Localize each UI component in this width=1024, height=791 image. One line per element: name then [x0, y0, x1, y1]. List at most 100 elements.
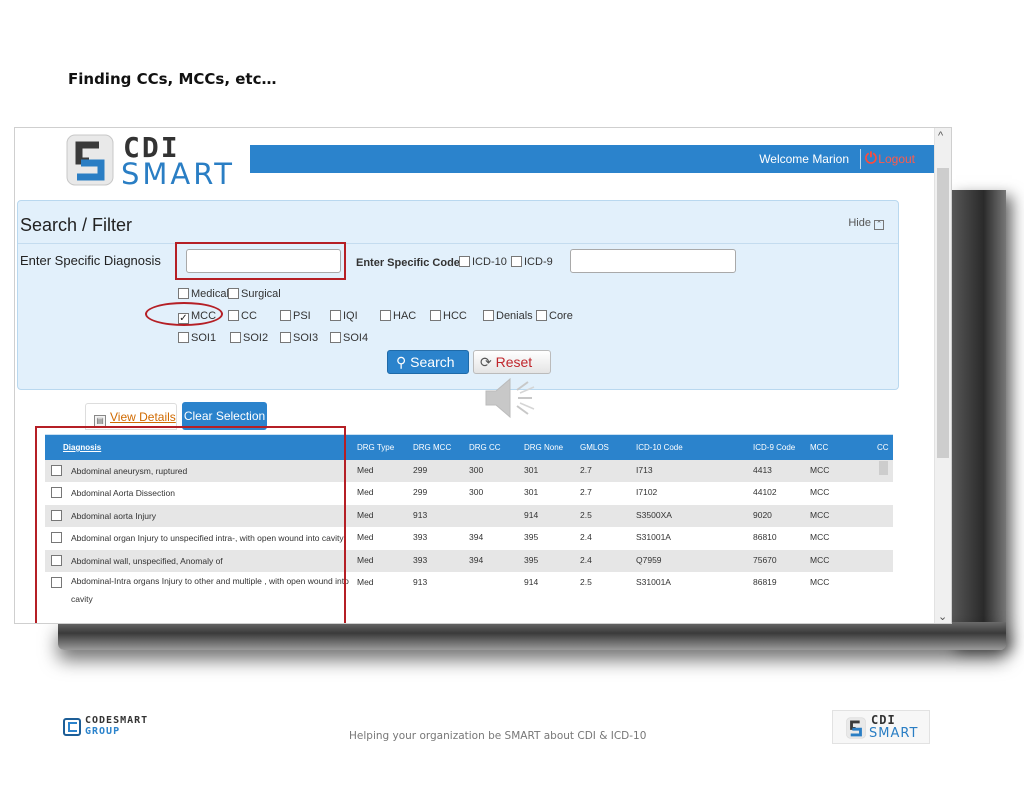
cell-drg-mcc: 913	[413, 576, 428, 587]
checkbox-icd9[interactable]: ICD-9	[511, 256, 553, 268]
checkbox-icd10[interactable]: ICD-10	[459, 256, 507, 268]
cell-icd9: 86819	[753, 576, 777, 587]
checkbox-medical[interactable]: Medical	[178, 288, 229, 300]
checkbox-box[interactable]	[536, 310, 547, 321]
cell-icd9: 75670	[753, 554, 777, 565]
reset-button[interactable]: ⟳ Reset	[473, 350, 551, 374]
cell-gmlos: 2.4	[580, 554, 592, 565]
header-icd9: ICD-9 Code	[753, 443, 796, 452]
checkbox-box[interactable]	[178, 332, 189, 343]
search-button[interactable]: ⚲ Search	[387, 350, 469, 374]
header-gmlos: GMLOS	[580, 443, 609, 452]
codesmart-group-logo: CODESMART GROUP	[63, 714, 173, 740]
cell-icd10: S31001A	[636, 576, 671, 587]
checkbox-box[interactable]	[483, 310, 494, 321]
checkbox-denials[interactable]: Denials	[483, 310, 533, 322]
hide-link[interactable]: Hide ⌃	[848, 217, 884, 230]
codesmart-logo-line1: CODESMART	[85, 715, 149, 726]
cell-drg-none: 301	[524, 465, 539, 475]
hide-label[interactable]: Hide	[848, 217, 871, 229]
filter-title: Search / Filter	[20, 215, 133, 235]
checkbox-soi3[interactable]: SOI3	[280, 332, 318, 344]
monitor-shadow-right	[950, 190, 1006, 645]
cell-gmlos: 2.5	[580, 509, 592, 520]
header-drg-none: DRG None	[524, 443, 564, 452]
checkbox-box[interactable]	[230, 332, 241, 343]
cell-mcc: MCC	[810, 532, 830, 543]
welcome-divider	[860, 149, 861, 169]
header-drg-mcc: DRG MCC	[413, 443, 452, 452]
logout-link[interactable]: Logout	[878, 152, 915, 166]
page-scrollbar[interactable]: ^ ⌄	[934, 128, 951, 623]
checkbox-box[interactable]	[178, 288, 189, 299]
cell-drg-mcc: 393	[413, 532, 428, 543]
cell-drg-cc: 394	[469, 554, 484, 565]
checkbox-box[interactable]	[330, 332, 341, 343]
checkbox-core[interactable]: Core	[536, 310, 573, 322]
checkbox-soi4[interactable]: SOI4	[330, 332, 368, 344]
code-input[interactable]	[570, 249, 736, 273]
checkbox-label: IQI	[343, 310, 358, 322]
checkbox-label: CC	[241, 310, 257, 322]
top-bar: Welcome Marion ⏻ Logout	[250, 145, 935, 173]
cell-gmlos: 2.7	[580, 465, 592, 475]
cell-drg-none: 914	[524, 576, 539, 587]
cell-drg-none: 395	[524, 532, 539, 543]
checkbox-box[interactable]	[228, 310, 239, 321]
checkbox-label: SOI4	[343, 332, 369, 344]
scroll-up-icon[interactable]: ^	[938, 130, 943, 142]
codesmart-logo-line2: GROUP	[85, 726, 121, 737]
scroll-thumb[interactable]	[937, 168, 949, 458]
cs-logo-icon	[66, 134, 114, 186]
footer-logo-smart: SMART	[869, 726, 919, 741]
checkbox-label: PSI	[293, 310, 311, 322]
checkbox-hcc[interactable]: HCC	[430, 310, 467, 322]
checkbox-hac[interactable]: HAC	[380, 310, 416, 322]
highlight-box-diagnosis-column	[35, 426, 346, 623]
checkbox-box[interactable]	[280, 332, 291, 343]
speaker-icon[interactable]	[482, 373, 546, 423]
checkbox-label: HCC	[443, 310, 467, 322]
cdi-smart-footer-logo: CDI SMART	[832, 710, 930, 744]
checkbox-box[interactable]	[430, 310, 441, 321]
checkbox-psi[interactable]: PSI	[280, 310, 311, 322]
cell-mcc: MCC	[810, 576, 830, 587]
highlight-oval-mcc	[145, 302, 223, 326]
header-drg-cc: DRG CC	[469, 443, 501, 452]
checkbox-label: Surgical	[241, 288, 281, 300]
cell-icd9: 86810	[753, 532, 777, 543]
cell-mcc: MCC	[810, 554, 830, 565]
search-icon: ⚲	[396, 354, 407, 370]
checkbox-label: ICD-10	[472, 256, 507, 268]
checkbox-box[interactable]	[380, 310, 391, 321]
checkbox-box[interactable]	[228, 288, 239, 299]
collapse-icon[interactable]: ⌃	[874, 220, 884, 230]
view-details-label[interactable]: View Details	[110, 410, 176, 424]
checkbox-label: Medical	[191, 288, 229, 300]
checkbox-iqi[interactable]: IQI	[330, 310, 358, 322]
logo-smart-text: SMART	[121, 157, 236, 191]
welcome-text: Welcome Marion	[759, 152, 849, 166]
cell-drg-cc: 300	[469, 487, 484, 498]
cs-logo-icon	[846, 717, 866, 739]
checkbox-box[interactable]	[280, 310, 291, 321]
checkbox-box[interactable]	[511, 256, 522, 267]
checkbox-box[interactable]	[459, 256, 470, 267]
checkbox-box[interactable]	[330, 310, 341, 321]
cell-drg-type: Med	[357, 554, 374, 565]
refresh-icon: ⟳	[480, 354, 492, 370]
checkbox-soi2[interactable]: SOI2	[230, 332, 268, 344]
footer-logo-cdi: CDI	[871, 713, 896, 727]
checkbox-label: ICD-9	[524, 256, 553, 268]
cell-drg-mcc: 299	[413, 487, 428, 498]
table-scroll-thumb[interactable]	[879, 461, 888, 475]
codesmart-logo-icon	[63, 718, 81, 736]
scroll-down-icon[interactable]: ⌄	[938, 610, 947, 623]
cell-drg-type: Med	[357, 509, 374, 520]
checkbox-soi1[interactable]: SOI1	[178, 332, 216, 344]
checkbox-surgical[interactable]: Surgical	[228, 288, 281, 300]
checkbox-cc[interactable]: CC	[228, 310, 257, 322]
search-label: Search	[410, 354, 455, 370]
cell-drg-mcc: 299	[413, 465, 428, 475]
checkbox-label: SOI1	[191, 332, 217, 344]
